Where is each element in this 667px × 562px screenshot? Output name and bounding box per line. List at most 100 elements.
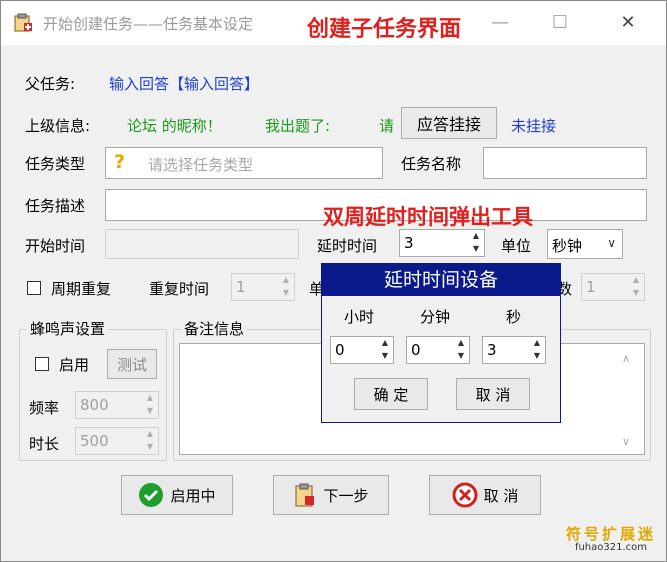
minute-spinner[interactable]: 0 ▲ ▼ bbox=[406, 336, 470, 364]
repeat-time-spinner[interactable]: 1 ▲ ▼ bbox=[231, 273, 295, 301]
repeat-checkbox[interactable] bbox=[27, 281, 41, 295]
main-window: 开始创建任务——任务基本设定 创建子任务界面 — ☐ ✕ 父任务: 输入回答【输… bbox=[0, 0, 667, 562]
delay-cancel-button[interactable]: 取 消 bbox=[456, 378, 530, 410]
cancel-circle-icon bbox=[452, 482, 478, 508]
buzzer-test-label: 测试 bbox=[116, 355, 147, 374]
down-arrow-icon[interactable]: ▼ bbox=[453, 350, 469, 363]
window-title: 开始创建任务——任务基本设定 bbox=[43, 15, 254, 33]
watermark-sub: fuhao321.com bbox=[574, 542, 648, 553]
watermark-main: 符号扩展迷 bbox=[565, 524, 656, 543]
hour-arrows[interactable]: ▲ ▼ bbox=[377, 337, 393, 363]
chevron-down-icon[interactable]: ∨ bbox=[607, 236, 616, 250]
up-arrow-icon[interactable]: ▲ bbox=[628, 274, 644, 287]
task-name-field[interactable] bbox=[484, 148, 646, 178]
hour-spinner[interactable]: 0 ▲ ▼ bbox=[330, 336, 394, 364]
up-arrow-icon[interactable]: ▲ bbox=[142, 428, 158, 441]
start-time-label: 开始时间 bbox=[25, 237, 86, 255]
second-arrows[interactable]: ▲ ▼ bbox=[529, 337, 545, 363]
up-arrow-icon[interactable]: ▲ bbox=[142, 392, 158, 405]
down-arrow-icon[interactable]: ▼ bbox=[377, 350, 393, 363]
minimize-button[interactable]: — bbox=[477, 7, 523, 39]
delay-time-dialog: 延时时间设备 小时 分钟 秒 0 ▲ ▼ 0 ▲ ▼ 3 ▲ ▼ 确 定 取 消 bbox=[321, 263, 561, 423]
delay-time-label: 延时时间 bbox=[317, 237, 378, 255]
task-type-select[interactable]: ? 请选择任务类型 bbox=[105, 147, 383, 179]
next-step-button-label: 下一步 bbox=[323, 486, 369, 505]
hour-label: 小时 bbox=[344, 308, 375, 326]
upper-info-question: 我出题了: bbox=[265, 117, 331, 135]
buzzer-test-button[interactable]: 测试 bbox=[107, 349, 157, 379]
parent-task-label: 父任务: bbox=[25, 75, 76, 93]
task-desc-label: 任务描述 bbox=[25, 197, 86, 215]
down-arrow-icon[interactable]: ▼ bbox=[278, 287, 294, 300]
delay-ok-button[interactable]: 确 定 bbox=[354, 378, 428, 410]
duration-spinner[interactable]: 500 ▲ ▼ bbox=[75, 427, 159, 455]
start-time-input[interactable] bbox=[105, 229, 299, 259]
repeat-time-label: 重复时间 bbox=[149, 280, 210, 298]
down-arrow-icon[interactable]: ▼ bbox=[468, 243, 484, 256]
start-time-field[interactable] bbox=[106, 230, 298, 258]
delay-dialog-title: 延时时间设备 bbox=[322, 264, 560, 296]
up-arrow-icon[interactable]: ▲ bbox=[278, 274, 294, 287]
delay-time-spinner[interactable]: 3 ▲ ▼ bbox=[399, 229, 485, 257]
close-button[interactable]: ✕ bbox=[605, 7, 651, 39]
minute-value: 0 bbox=[411, 341, 421, 359]
buzzer-group-label: 蜂鸣声设置 bbox=[27, 318, 109, 339]
second-label: 秒 bbox=[506, 308, 522, 326]
cancel-button-label: 取 消 bbox=[483, 486, 519, 505]
delay-time-arrows[interactable]: ▲ ▼ bbox=[468, 230, 484, 256]
annotation-delay-popup: 双周延时时间弹出工具 bbox=[323, 205, 533, 229]
down-arrow-icon[interactable]: ▼ bbox=[142, 441, 158, 454]
unit-label: 单位 bbox=[501, 237, 532, 255]
second-spinner[interactable]: 3 ▲ ▼ bbox=[482, 336, 546, 364]
duration-value: 500 bbox=[80, 432, 109, 450]
down-arrow-icon[interactable]: ▼ bbox=[142, 405, 158, 418]
unit-select[interactable]: 秒钟 ∨ bbox=[547, 229, 623, 259]
cancel-button[interactable]: 取 消 bbox=[429, 475, 541, 515]
repeat-count-spinner[interactable]: 1 ▲ ▼ bbox=[581, 273, 645, 301]
up-arrow-icon[interactable]: ▲ bbox=[468, 230, 484, 243]
repeat-checkbox-label: 周期重复 bbox=[51, 280, 112, 298]
repeat-time-arrows[interactable]: ▲ ▼ bbox=[278, 274, 294, 300]
repeat-count-arrows[interactable]: ▲ ▼ bbox=[628, 274, 644, 300]
duration-arrows[interactable]: ▲ ▼ bbox=[142, 428, 158, 454]
down-arrow-icon[interactable]: ▼ bbox=[529, 350, 545, 363]
maximize-button[interactable]: ☐ bbox=[537, 7, 583, 39]
up-arrow-icon[interactable]: ▲ bbox=[377, 337, 393, 350]
buzzer-enable-label: 启用 bbox=[59, 356, 90, 374]
down-arrow-icon[interactable]: ▼ bbox=[628, 287, 644, 300]
task-name-input[interactable] bbox=[483, 147, 647, 179]
reply-link-button[interactable]: 应答挂接 bbox=[401, 107, 497, 139]
link-status: 未挂接 bbox=[511, 117, 557, 135]
frequency-spinner[interactable]: 800 ▲ ▼ bbox=[75, 391, 159, 419]
task-name-label: 任务名称 bbox=[401, 155, 462, 173]
enable-button-label: 启用中 bbox=[170, 486, 216, 505]
up-arrow-icon[interactable]: ▲ bbox=[529, 337, 545, 350]
reply-link-label: 应答挂接 bbox=[416, 115, 481, 134]
annotation-create-subtask: 创建子任务界面 bbox=[307, 17, 462, 42]
repeat-time-value: 1 bbox=[236, 278, 246, 296]
up-arrow-icon[interactable]: ▲ bbox=[453, 337, 469, 350]
enable-button[interactable]: 启用中 bbox=[121, 475, 233, 515]
upper-info-partial: 请 bbox=[379, 117, 395, 135]
second-value: 3 bbox=[487, 341, 497, 359]
upper-info-label: 上级信息: bbox=[25, 117, 91, 135]
buzzer-enable-checkbox[interactable] bbox=[35, 357, 49, 371]
clipboard-icon bbox=[295, 483, 315, 507]
task-type-placeholder: 请选择任务类型 bbox=[148, 156, 254, 174]
scroll-up-icon[interactable]: ∧ bbox=[622, 352, 630, 365]
unit-select-value: 秒钟 bbox=[552, 237, 583, 255]
watermark: 符号扩展迷 fuhao321.com bbox=[565, 524, 656, 553]
minute-arrows[interactable]: ▲ ▼ bbox=[453, 337, 469, 363]
app-icon bbox=[14, 13, 32, 32]
frequency-label: 频率 bbox=[29, 399, 60, 417]
minute-label: 分钟 bbox=[420, 308, 451, 326]
next-step-button[interactable]: 下一步 bbox=[273, 475, 389, 515]
title-bar: 开始创建任务——任务基本设定 创建子任务界面 — ☐ ✕ bbox=[1, 1, 666, 45]
frequency-value: 800 bbox=[80, 396, 109, 414]
check-circle-icon bbox=[139, 483, 164, 507]
frequency-arrows[interactable]: ▲ ▼ bbox=[142, 392, 158, 418]
scroll-down-icon[interactable]: ∨ bbox=[622, 435, 630, 448]
question-icon: ? bbox=[114, 151, 126, 173]
delay-ok-label: 确 定 bbox=[373, 385, 409, 404]
notes-group-label: 备注信息 bbox=[181, 318, 248, 339]
